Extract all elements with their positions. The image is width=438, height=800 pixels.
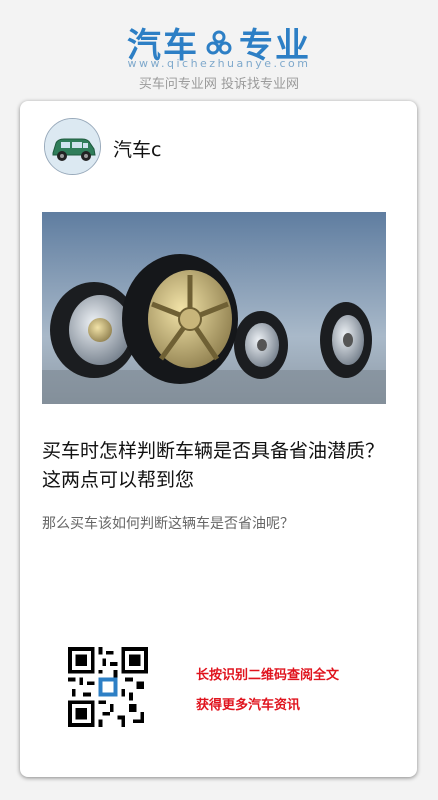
gear-icon	[206, 30, 232, 54]
author-name[interactable]: 汽车c	[113, 135, 161, 162]
scan-qr-prompt: 长按识别二维码查阅全文	[196, 668, 340, 683]
author-avatar[interactable]	[44, 118, 101, 175]
article-cover-image[interactable]	[42, 212, 386, 404]
qr-code[interactable]	[68, 647, 148, 727]
tires-illustration	[42, 212, 386, 404]
site-url: www.qichezhuanye.com	[127, 57, 311, 70]
article-description: 那么买车该如何判断这辆车是否省油呢？	[42, 516, 294, 532]
qr-code-icon	[68, 647, 148, 727]
car-icon	[45, 119, 100, 174]
more-news-prompt: 获得更多汽车资讯	[196, 698, 301, 713]
site-header: 汽车 专业 www.qichezhuanye.com 买车问专业网 投诉找专业网	[0, 0, 438, 100]
article-title[interactable]: 买车时怎样判断车辆是否具备省油潜质？这两点可以帮到您	[42, 437, 400, 495]
article-card[interactable]: 汽车c 买车时怎样判断车辆是否具备省油潜质？这两点可以帮到您 那么买车该如何判断…	[20, 101, 417, 777]
site-slogan: 买车问专业网 投诉找专业网	[138, 77, 300, 92]
